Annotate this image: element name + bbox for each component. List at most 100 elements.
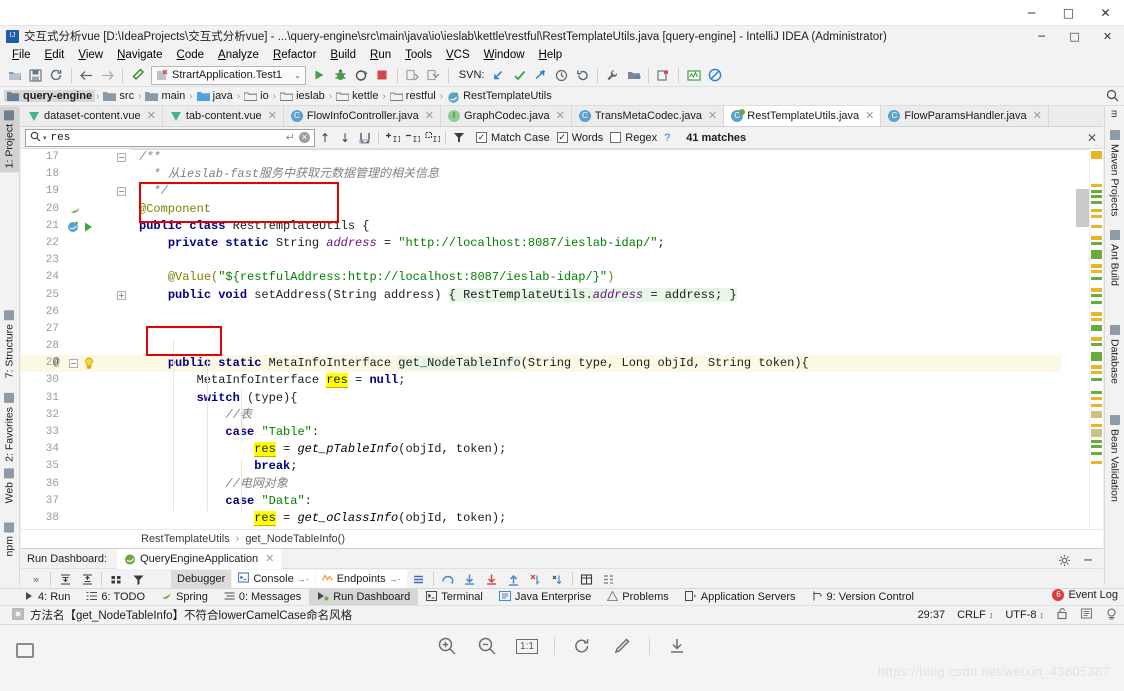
code-fold-toggle[interactable]: − <box>117 153 126 162</box>
error-stripe-marker[interactable] <box>1091 461 1102 464</box>
code-line[interactable]: 32 //表 <box>21 407 1061 424</box>
editor-tab-flowinfocontroller-java[interactable]: C FlowInfoController.java ✕ <box>283 106 442 126</box>
error-stripe-marker[interactable] <box>1091 190 1102 193</box>
error-stripe-marker[interactable] <box>1091 301 1102 304</box>
code-line[interactable]: 33 case "Table": <box>21 424 1061 441</box>
step-out-icon[interactable] <box>503 570 525 588</box>
hammer-build-icon[interactable] <box>127 65 148 85</box>
run-configuration-selector[interactable]: StrartApplication.Test1 ⌄ <box>151 65 306 85</box>
code-fold-toggle[interactable]: − <box>117 187 126 197</box>
error-stripe-marker[interactable] <box>1091 352 1102 361</box>
menu-navigate[interactable]: Navigate <box>110 48 169 62</box>
breadcrumb-item-resttemplateutils[interactable]: RestTemplateUtils <box>444 90 555 103</box>
find-previous-icon[interactable]: ↑ <box>315 129 335 147</box>
zoom-in-icon[interactable] <box>434 633 460 659</box>
editor-tab-tab-content-vue[interactable]: tab-content.vue ✕ <box>162 106 284 126</box>
file-encoding[interactable]: UTF-8 ↕ <box>1005 609 1044 621</box>
force-step-into-icon[interactable] <box>481 570 503 588</box>
error-stripe-marker[interactable] <box>1091 184 1102 187</box>
menu-analyze[interactable]: Analyze <box>211 48 266 62</box>
tool-window-bean-validation[interactable]: Bean Validation <box>1105 411 1124 506</box>
error-stripe-marker[interactable] <box>1091 429 1102 437</box>
caret-position[interactable]: 29:37 <box>918 609 946 621</box>
tool-window-project[interactable]: 1: Project <box>0 106 19 173</box>
profiler-icon[interactable] <box>683 65 704 85</box>
rerun-application-icon[interactable] <box>423 65 444 85</box>
frames-table-icon[interactable] <box>576 570 598 588</box>
outer-minimize-button[interactable]: ─ <box>1013 0 1050 26</box>
idea-close-button[interactable]: ✕ <box>1091 26 1124 46</box>
sync-icon[interactable] <box>46 65 67 85</box>
code-line[interactable]: 25 + public void setAddress(String addres… <box>21 287 1061 304</box>
bottom-tool-6-todo[interactable]: 6: TODO <box>78 589 153 606</box>
error-stripe-marker[interactable] <box>1091 264 1102 268</box>
menu-window[interactable]: Window <box>477 48 532 62</box>
run-dashboard-tab[interactable]: QueryEngineApplication ✕ <box>117 548 282 569</box>
console-dropdown-icon[interactable]: →· <box>297 574 309 584</box>
add-occurrence-icon[interactable]: II <box>382 129 402 147</box>
error-stripe-marker[interactable] <box>1091 294 1102 297</box>
tool-window-web[interactable]: Web <box>0 464 19 507</box>
filter-icon[interactable] <box>449 129 469 147</box>
tool-window-structure[interactable]: 7: Structure <box>0 306 19 382</box>
code-line[interactable]: 18 * 从ieslab-fast服务中获取元数据管理的相关信息 <box>21 166 1061 183</box>
error-stripe-marker[interactable] <box>1091 440 1102 443</box>
error-stripe-marker[interactable] <box>1091 277 1102 280</box>
editor-tab-close-icon[interactable]: ✕ <box>708 109 717 122</box>
hide-panel-icon[interactable]: ─ <box>1077 551 1099 569</box>
editor-error-stripe[interactable] <box>1089 149 1103 529</box>
tool-window-ant-build[interactable]: Ant Build <box>1105 226 1124 290</box>
code-line[interactable]: 24 @Value("${restfulAddress:http://local… <box>21 269 1061 286</box>
error-stripe-marker[interactable] <box>1091 337 1102 341</box>
run-to-cursor-icon[interactable] <box>525 570 547 588</box>
save-icon[interactable] <box>25 65 46 85</box>
idea-maximize-button[interactable]: □ <box>1058 26 1091 46</box>
code-line[interactable]: 29 @ − public static MetaInfoInterface get… <box>21 355 1061 373</box>
layout-settings-icon[interactable] <box>598 570 620 588</box>
editor-tab-close-icon[interactable]: ✕ <box>425 109 434 122</box>
bottom-tool-9-version-control[interactable]: 9: Version Control <box>804 589 922 606</box>
tool-window-maven-projects[interactable]: Maven Projects <box>1105 126 1124 220</box>
expand-toolbar-icon[interactable]: » <box>25 570 47 588</box>
open-folder-icon[interactable] <box>4 65 25 85</box>
error-stripe-marker[interactable] <box>1091 378 1102 381</box>
error-stripe-marker[interactable] <box>1091 312 1102 316</box>
code-line[interactable]: 34 res = get_pTableInfo(objId, token); <box>21 441 1061 458</box>
editor-tab-close-icon[interactable]: ✕ <box>556 109 565 122</box>
actual-size-button[interactable]: 1:1 <box>514 633 540 659</box>
menu-view[interactable]: View <box>71 48 110 62</box>
remove-occurrence-icon[interactable]: II <box>402 129 422 147</box>
tool-window-database[interactable]: Database <box>1105 321 1124 388</box>
bottom-tool-java-enterprise[interactable]: Java Enterprise <box>491 589 599 606</box>
error-stripe-marker[interactable] <box>1091 250 1102 259</box>
menu-help[interactable]: Help <box>532 48 570 62</box>
menu-icon[interactable] <box>408 570 430 588</box>
menu-tools[interactable]: Tools <box>398 48 439 62</box>
menu-code[interactable]: Code <box>170 48 212 62</box>
download-icon[interactable] <box>664 633 690 659</box>
menu-edit[interactable]: Edit <box>38 48 72 62</box>
error-stripe-marker[interactable] <box>1091 325 1102 331</box>
editor-tab-flowparamshandler-java[interactable]: C FlowParamsHandler.java ✕ <box>881 106 1049 126</box>
outer-close-button[interactable]: ✕ <box>1087 0 1124 26</box>
bottom-tool-terminal[interactable]: Terminal <box>418 589 491 606</box>
svn-shelve-icon[interactable] <box>530 65 551 85</box>
editor-vertical-scrollbar-thumb[interactable] <box>1076 189 1089 227</box>
code-line[interactable]: 28 <box>21 338 1061 355</box>
code-line[interactable]: 31 switch (type){ <box>21 390 1061 407</box>
evaluate-expression-icon[interactable] <box>547 570 569 588</box>
svn-history-icon[interactable] <box>551 65 572 85</box>
endpoints-button[interactable]: Endpoints →· <box>315 570 407 588</box>
clear-search-icon[interactable]: ✕ <box>299 132 310 143</box>
menu-file[interactable]: File <box>5 48 38 62</box>
indent-icon[interactable] <box>1080 607 1093 623</box>
code-line[interactable]: 26 <box>21 304 1061 321</box>
group-icon[interactable] <box>105 570 127 588</box>
event-log-button[interactable]: 6 Event Log <box>1052 589 1118 601</box>
svn-revert-icon[interactable] <box>572 65 593 85</box>
bottom-tool-run-dashboard[interactable]: Run Dashboard <box>309 588 419 606</box>
run-with-coverage-icon[interactable] <box>351 65 372 85</box>
breadcrumb-item-java[interactable]: java <box>194 90 236 102</box>
menu-vcs[interactable]: VCS <box>439 48 477 62</box>
editor-tab-resttemplateutils-java[interactable]: C RestTemplateUtils.java ✕ <box>724 106 882 126</box>
